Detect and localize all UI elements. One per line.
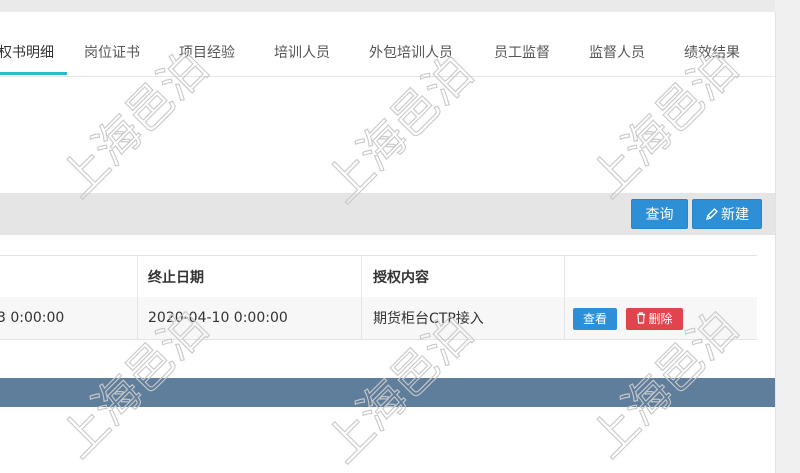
trash-icon <box>637 312 646 324</box>
query-button-label: 查询 <box>645 207 674 223</box>
delete-button[interactable]: 删除 <box>626 308 683 330</box>
table-header-row: 终止日期 授权内容 <box>0 255 757 298</box>
header-authorization-content: 授权内容 <box>373 269 429 286</box>
action-toolbar: 查询 新建 <box>0 193 775 235</box>
table-row: 3 0:00:00 2020-04-10 0:00:00 期货柜台CTP接入 查… <box>0 297 757 340</box>
tab-outsourced-trainees[interactable]: 外包培训人员 <box>369 42 453 62</box>
cell-end-date: 2020-04-10 0:00:00 <box>148 310 288 326</box>
active-tab-indicator <box>0 72 67 75</box>
view-button[interactable]: 查看 <box>573 308 617 330</box>
tab-performance-results[interactable]: 绩效结果 <box>684 42 740 62</box>
header-end-date: 终止日期 <box>148 269 204 286</box>
cell-start-date: 3 0:00:00 <box>0 310 65 326</box>
query-button[interactable]: 查询 <box>631 199 688 229</box>
pencil-icon <box>706 208 718 220</box>
tab-supervisors[interactable]: 监督人员 <box>589 42 645 62</box>
view-button-label: 查看 <box>582 312 607 326</box>
delete-button-label: 删除 <box>648 312 673 326</box>
new-button-label: 新建 <box>721 207 749 223</box>
top-strip <box>0 0 775 12</box>
tab-bar: 权书明细 岗位证书 项目经验 培训人员 外包培训人员 员工监督 监督人员 绩效结… <box>0 12 775 77</box>
cell-authorization-content: 期货柜台CTP接入 <box>373 311 484 327</box>
tab-authorization-details[interactable]: 权书明细 <box>0 42 54 62</box>
tab-project-experience[interactable]: 项目经验 <box>179 42 235 62</box>
tab-trainees[interactable]: 培训人员 <box>274 42 330 62</box>
new-button[interactable]: 新建 <box>692 199 762 229</box>
tab-post-certificates[interactable]: 岗位证书 <box>84 42 140 62</box>
tab-employee-supervision[interactable]: 员工监督 <box>494 42 550 62</box>
main-panel: 权书明细 岗位证书 项目经验 培训人员 外包培训人员 员工监督 监督人员 绩效结… <box>0 12 776 473</box>
footer-bar <box>0 378 775 407</box>
